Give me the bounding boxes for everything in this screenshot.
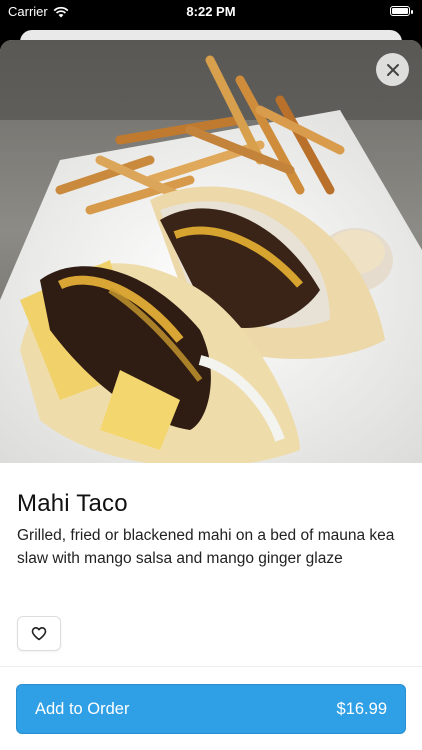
close-button[interactable] [376,53,409,86]
status-bar: Carrier 8:22 PM [0,0,422,24]
status-time: 8:22 PM [186,4,236,19]
divider [0,666,422,667]
add-to-order-label: Add to Order [35,699,130,718]
favorite-button[interactable] [17,616,61,651]
battery-icon [390,6,413,16]
add-to-order-button[interactable]: Add to Order $16.99 [16,684,406,734]
item-photo [0,40,422,463]
item-detail-sheet: Mahi Taco Grilled, fried or blackened ma… [0,40,422,750]
heart-icon [31,627,47,641]
close-icon [386,63,399,76]
item-price: $16.99 [336,699,387,718]
item-description: Grilled, fried or blackened mahi on a be… [17,527,395,567]
item-title: Mahi Taco [17,490,128,517]
taco-photo-illustration [0,40,422,463]
